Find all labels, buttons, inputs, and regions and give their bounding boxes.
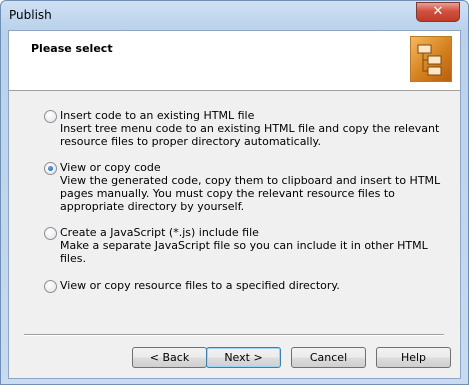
dialog-body: Please select Insert code to an existing… <box>8 30 461 379</box>
title-bar[interactable]: Publish ✕ <box>1 1 468 31</box>
close-icon: ✕ <box>432 4 444 19</box>
option-label: View or copy resource files to a specifi… <box>60 279 340 292</box>
option-label: Create a JavaScript (*.js) include file <box>60 226 259 239</box>
option-label: View or copy code <box>60 161 161 174</box>
button-divider <box>24 334 444 336</box>
help-button[interactable]: Help <box>376 347 451 368</box>
radio-view-copy-code[interactable] <box>44 162 57 175</box>
next-button[interactable]: Next > <box>206 347 281 368</box>
tree-menu-icon <box>410 36 452 82</box>
option-description: Make a separate JavaScript file so you c… <box>60 239 428 265</box>
radio-create-js[interactable] <box>44 227 57 240</box>
page-title: Please select <box>31 42 113 55</box>
cancel-button[interactable]: Cancel <box>291 347 366 368</box>
option-description: View the generated code, copy them to cl… <box>60 174 441 213</box>
window-title: Publish <box>9 8 52 22</box>
publish-dialog: Publish ✕ Please select Insert code to a… <box>0 0 469 385</box>
back-button[interactable]: < Back <box>132 347 207 368</box>
close-button[interactable]: ✕ <box>416 2 460 22</box>
option-description: Insert tree menu code to an existing HTM… <box>60 122 440 148</box>
wizard-header: Please select <box>9 31 460 91</box>
option-label: Insert code to an existing HTML file <box>60 109 255 122</box>
radio-insert-code[interactable] <box>44 110 57 123</box>
radio-resource-files[interactable] <box>44 280 57 293</box>
